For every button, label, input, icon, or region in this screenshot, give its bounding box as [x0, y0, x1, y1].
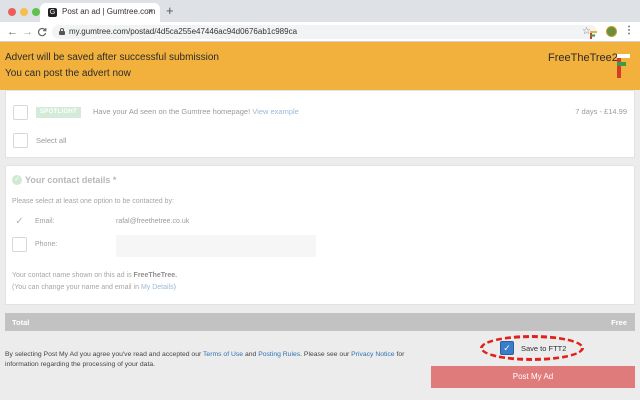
ftt-extension-icon[interactable] [589, 27, 599, 39]
close-window-button[interactable] [8, 8, 16, 16]
lock-icon [59, 28, 65, 35]
freethetree-logo-icon [617, 54, 630, 78]
spotlight-description: Have your Ad seen on the Gumtree homepag… [93, 107, 299, 116]
phone-input[interactable] [116, 235, 316, 257]
reload-icon[interactable] [37, 24, 47, 42]
my-details-link[interactable]: My Details [141, 284, 174, 291]
terms-of-use-link[interactable]: Terms of Use [203, 351, 243, 358]
terms-notice: By selecting Post My Ad you agree you've… [5, 351, 405, 368]
back-arrow-icon[interactable]: ← [7, 24, 18, 40]
select-all-checkbox[interactable] [13, 133, 28, 148]
total-bar: Total Free [5, 313, 635, 331]
address-bar: ← → my.gumtree.com/postad/4d5ca255e47446… [0, 22, 640, 42]
browser-tab[interactable]: G Post an ad | Gumtree.com × [40, 3, 160, 22]
total-label: Total [12, 318, 30, 327]
maximize-window-button[interactable] [32, 8, 40, 16]
contact-details-title: Your contact details * [25, 175, 117, 185]
url-input[interactable]: my.gumtree.com/postad/4d5ca255e47446ac94… [52, 25, 597, 39]
close-tab-icon[interactable]: × [148, 6, 153, 16]
change-details-note: (You can change your name and email in M… [12, 284, 176, 291]
spotlight-badge: SPOTLIGHT [36, 107, 82, 118]
gumtree-favicon-icon: G [48, 8, 57, 17]
phone-label: Phone: [35, 241, 58, 248]
banner-message: Advert will be saved after successful su… [5, 52, 219, 63]
posting-rules-link[interactable]: Posting Rules [258, 351, 300, 358]
email-checkbox[interactable]: ✓ [12, 214, 27, 229]
tab-title: Post an ad | Gumtree.com [62, 7, 156, 16]
contact-hint: Please select at least one option to be … [12, 198, 174, 205]
contact-details-panel: ✓ Your contact details * Please select a… [5, 165, 635, 305]
privacy-notice-link[interactable]: Privacy Notice [351, 351, 394, 358]
contact-name-note: Your contact name shown on this ad is Fr… [12, 272, 178, 279]
forward-arrow-icon[interactable]: → [22, 24, 33, 40]
email-label: Email: [35, 218, 55, 225]
browser-menu-icon[interactable]: ⋮ [624, 25, 634, 37]
spotlight-checkbox[interactable] [13, 105, 28, 120]
new-tab-button[interactable]: + [166, 3, 174, 19]
banner-submessage: You can post the advert now [5, 68, 131, 79]
spotlight-price: 7 days - £14.99 [575, 107, 627, 116]
minimize-window-button[interactable] [20, 8, 28, 16]
view-example-link[interactable]: View example [252, 107, 299, 116]
phone-checkbox[interactable] [12, 237, 27, 252]
url-text: my.gumtree.com/postad/4d5ca255e47446ac94… [69, 27, 298, 36]
email-value: rafal@freethetree.co.uk [116, 218, 190, 225]
promotion-options-panel: SPOTLIGHT Have your Ad seen on the Gumtr… [5, 90, 635, 158]
ftt-banner: Advert will be saved after successful su… [0, 42, 640, 90]
browser-tab-bar: G Post an ad | Gumtree.com × + [0, 0, 640, 22]
total-value: Free [611, 318, 627, 327]
save-to-ftt2-checkbox[interactable]: ✓ [500, 341, 514, 355]
profile-avatar-icon[interactable] [606, 26, 617, 37]
post-my-ad-button[interactable]: Post My Ad [431, 366, 635, 388]
select-all-label: Select all [36, 136, 67, 145]
check-circle-icon: ✓ [12, 175, 22, 185]
save-to-ftt2-label[interactable]: Save to FTT2 [521, 344, 566, 353]
banner-brand: FreeTheTree2 [548, 52, 618, 64]
